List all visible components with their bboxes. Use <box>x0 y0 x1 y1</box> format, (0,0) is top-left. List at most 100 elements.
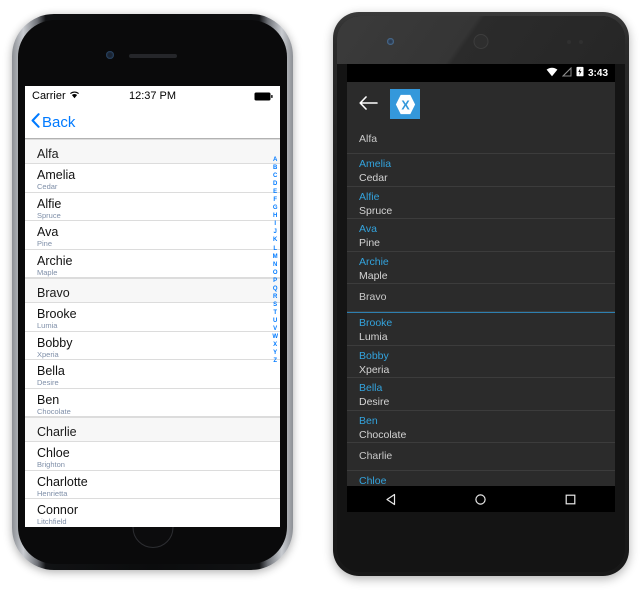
nav-back-triangle-icon[interactable] <box>385 493 398 506</box>
android-contact-name: Amelia <box>359 158 392 170</box>
ios-section-index-letter[interactable]: Q <box>273 285 278 293</box>
ios-section-index-letter[interactable]: T <box>273 309 277 317</box>
ios-section-index-letter[interactable]: H <box>273 212 277 220</box>
ios-section-index-letter[interactable]: N <box>273 261 277 269</box>
ios-contact-subtitle: Cedar <box>37 182 58 191</box>
ios-section-index[interactable]: ABCDEFGHIJKLMNOPQRSTUVWXYZ <box>272 156 278 365</box>
ios-contact-row[interactable]: Brooke Lumia <box>25 303 280 332</box>
android-contact-subtitle: Chocolate <box>359 428 407 441</box>
android-section-header-label: Alfa <box>359 133 378 145</box>
ios-contact-subtitle: Pine <box>37 239 53 248</box>
ios-contact-name: Brooke <box>37 307 77 321</box>
android-screen: 3:43 X Alfa Amelia Cedar Alfie Spruce Ava Pine… <box>347 64 615 512</box>
ios-contact-subtitle: Henrietta <box>37 488 68 498</box>
iphone-earpiece-speaker <box>128 54 177 58</box>
ios-section-index-letter[interactable]: K <box>273 236 277 244</box>
android-contact-subtitle: Desire <box>359 396 390 408</box>
ios-contact-row[interactable]: Alfie Spruce <box>25 192 280 221</box>
android-contact-row[interactable]: Alfie Spruce <box>347 187 615 219</box>
ios-contact-name: Connor <box>37 503 78 517</box>
ios-section-index-letter[interactable]: I <box>274 220 276 228</box>
ios-contact-name: Chloe <box>37 446 70 460</box>
iphone-device-frame: Carrier 12:37 PM Back Alfa Amelia Cedar … <box>12 14 293 570</box>
iphone-bezel: Carrier 12:37 PM Back Alfa Amelia Cedar … <box>18 20 287 564</box>
ios-section-index-letter[interactable]: D <box>273 180 277 188</box>
ios-section-index-letter[interactable]: R <box>273 293 277 301</box>
ios-contact-name: Bobby <box>37 335 73 350</box>
ios-section-index-letter[interactable]: V <box>273 325 277 333</box>
ios-contact-name: Ben <box>37 392 60 407</box>
ios-back-button[interactable]: Back <box>31 112 76 132</box>
ios-section-header: Alfa <box>25 139 280 164</box>
android-contact-row[interactable]: Ben Chocolate <box>347 411 615 443</box>
ios-section-index-letter[interactable]: F <box>273 196 277 204</box>
ios-section-index-letter[interactable]: S <box>273 301 277 309</box>
ios-contact-row[interactable]: Bella Desire <box>25 360 280 389</box>
ios-contact-row[interactable]: Bobby Xperia <box>25 331 280 360</box>
ios-contacts-list[interactable]: Alfa Amelia Cedar Alfie Spruce Ava Pine Archie M… <box>25 139 280 527</box>
android-contact-name: Bobby <box>359 349 389 362</box>
ios-section-index-letter[interactable]: W <box>272 333 278 341</box>
ios-section-header: Charlie <box>25 417 280 442</box>
device-comparison-stage: Carrier 12:37 PM Back Alfa Amelia Cedar … <box>0 0 642 600</box>
ios-status-bar: Carrier 12:37 PM <box>25 86 280 106</box>
android-contact-row[interactable]: Bobby Xperia <box>347 346 615 378</box>
android-contacts-list[interactable]: Alfa Amelia Cedar Alfie Spruce Ava Pine Archie M… <box>347 126 615 504</box>
xamarin-logo-icon[interactable]: X <box>390 89 420 119</box>
android-section-header: Charlie <box>347 443 615 471</box>
ios-section-index-letter[interactable]: Y <box>273 349 277 357</box>
ios-contact-row[interactable]: Amelia Cedar <box>25 164 280 193</box>
ios-back-label: Back <box>42 113 76 131</box>
android-contact-name: Bella <box>359 382 383 394</box>
android-contact-subtitle: Pine <box>359 237 381 249</box>
ios-section-index-letter[interactable]: Z <box>273 357 277 365</box>
ios-section-index-letter[interactable]: O <box>273 269 278 277</box>
nav-recents-square-icon[interactable] <box>564 493 577 506</box>
android-light-sensor-icon <box>579 40 583 44</box>
ios-section-index-letter[interactable]: L <box>273 245 277 253</box>
ios-contact-row[interactable]: Ben Chocolate <box>25 388 280 417</box>
ios-contact-subtitle: Lumia <box>37 321 58 330</box>
ios-section-index-letter[interactable]: J <box>273 228 276 236</box>
android-contact-row[interactable]: Brooke Lumia <box>347 313 615 346</box>
ios-section-index-letter[interactable]: B <box>273 164 277 172</box>
ios-section-index-letter[interactable]: P <box>273 277 277 285</box>
ios-section-index-letter[interactable]: A <box>273 156 277 164</box>
arrow-left-icon[interactable] <box>359 95 378 113</box>
android-earpiece-speaker <box>473 34 489 49</box>
ios-section-index-letter[interactable]: E <box>273 188 277 196</box>
nav-home-circle-icon[interactable] <box>474 493 487 506</box>
android-section-header-label: Charlie <box>359 450 393 462</box>
ios-section-header-label: Alfa <box>37 147 59 161</box>
ios-section-index-letter[interactable]: C <box>273 172 277 180</box>
android-contact-name: Alfie <box>359 190 380 203</box>
ios-contact-name: Amelia <box>37 168 76 182</box>
android-contact-row[interactable]: Bella Desire <box>347 378 615 411</box>
ios-contact-name: Archie <box>37 253 73 268</box>
android-section-header: Bravo <box>347 284 615 312</box>
ios-section-index-letter[interactable]: X <box>273 341 277 349</box>
android-contact-row[interactable]: Archie Maple <box>347 252 615 284</box>
ios-contact-name: Ava <box>37 225 59 239</box>
ios-contact-row[interactable]: Chloe Brighton <box>25 442 280 471</box>
ios-contact-subtitle: Spruce <box>37 210 61 220</box>
ios-contact-row[interactable]: Charlotte Henrietta <box>25 470 280 499</box>
android-toolbar: X <box>347 82 615 126</box>
android-contact-row[interactable]: Ava Pine <box>347 219 615 252</box>
ios-contact-row[interactable]: Ava Pine <box>25 221 280 250</box>
ios-section-index-letter[interactable]: M <box>273 253 278 261</box>
ios-contact-subtitle: Litchfield <box>37 517 67 526</box>
ios-section-header-label: Charlie <box>37 425 77 439</box>
ios-contact-row[interactable]: Connor Litchfield <box>25 499 280 527</box>
android-contact-row[interactable]: Amelia Cedar <box>347 154 615 187</box>
ios-section-index-letter[interactable]: U <box>273 317 277 325</box>
ios-section-header-label: Bravo <box>37 286 70 300</box>
ios-screen: Carrier 12:37 PM Back Alfa Amelia Cedar … <box>25 86 280 527</box>
signal-off-icon <box>561 66 572 80</box>
android-contact-subtitle: Xperia <box>359 363 390 376</box>
ios-section-index-letter[interactable]: G <box>273 204 278 212</box>
android-device-frame: 3:43 X Alfa Amelia Cedar Alfie Spruce Ava Pine… <box>333 12 629 576</box>
svg-text:X: X <box>401 98 410 112</box>
ios-contact-row[interactable]: Archie Maple <box>25 249 280 278</box>
ios-contact-subtitle: Maple <box>37 267 58 277</box>
